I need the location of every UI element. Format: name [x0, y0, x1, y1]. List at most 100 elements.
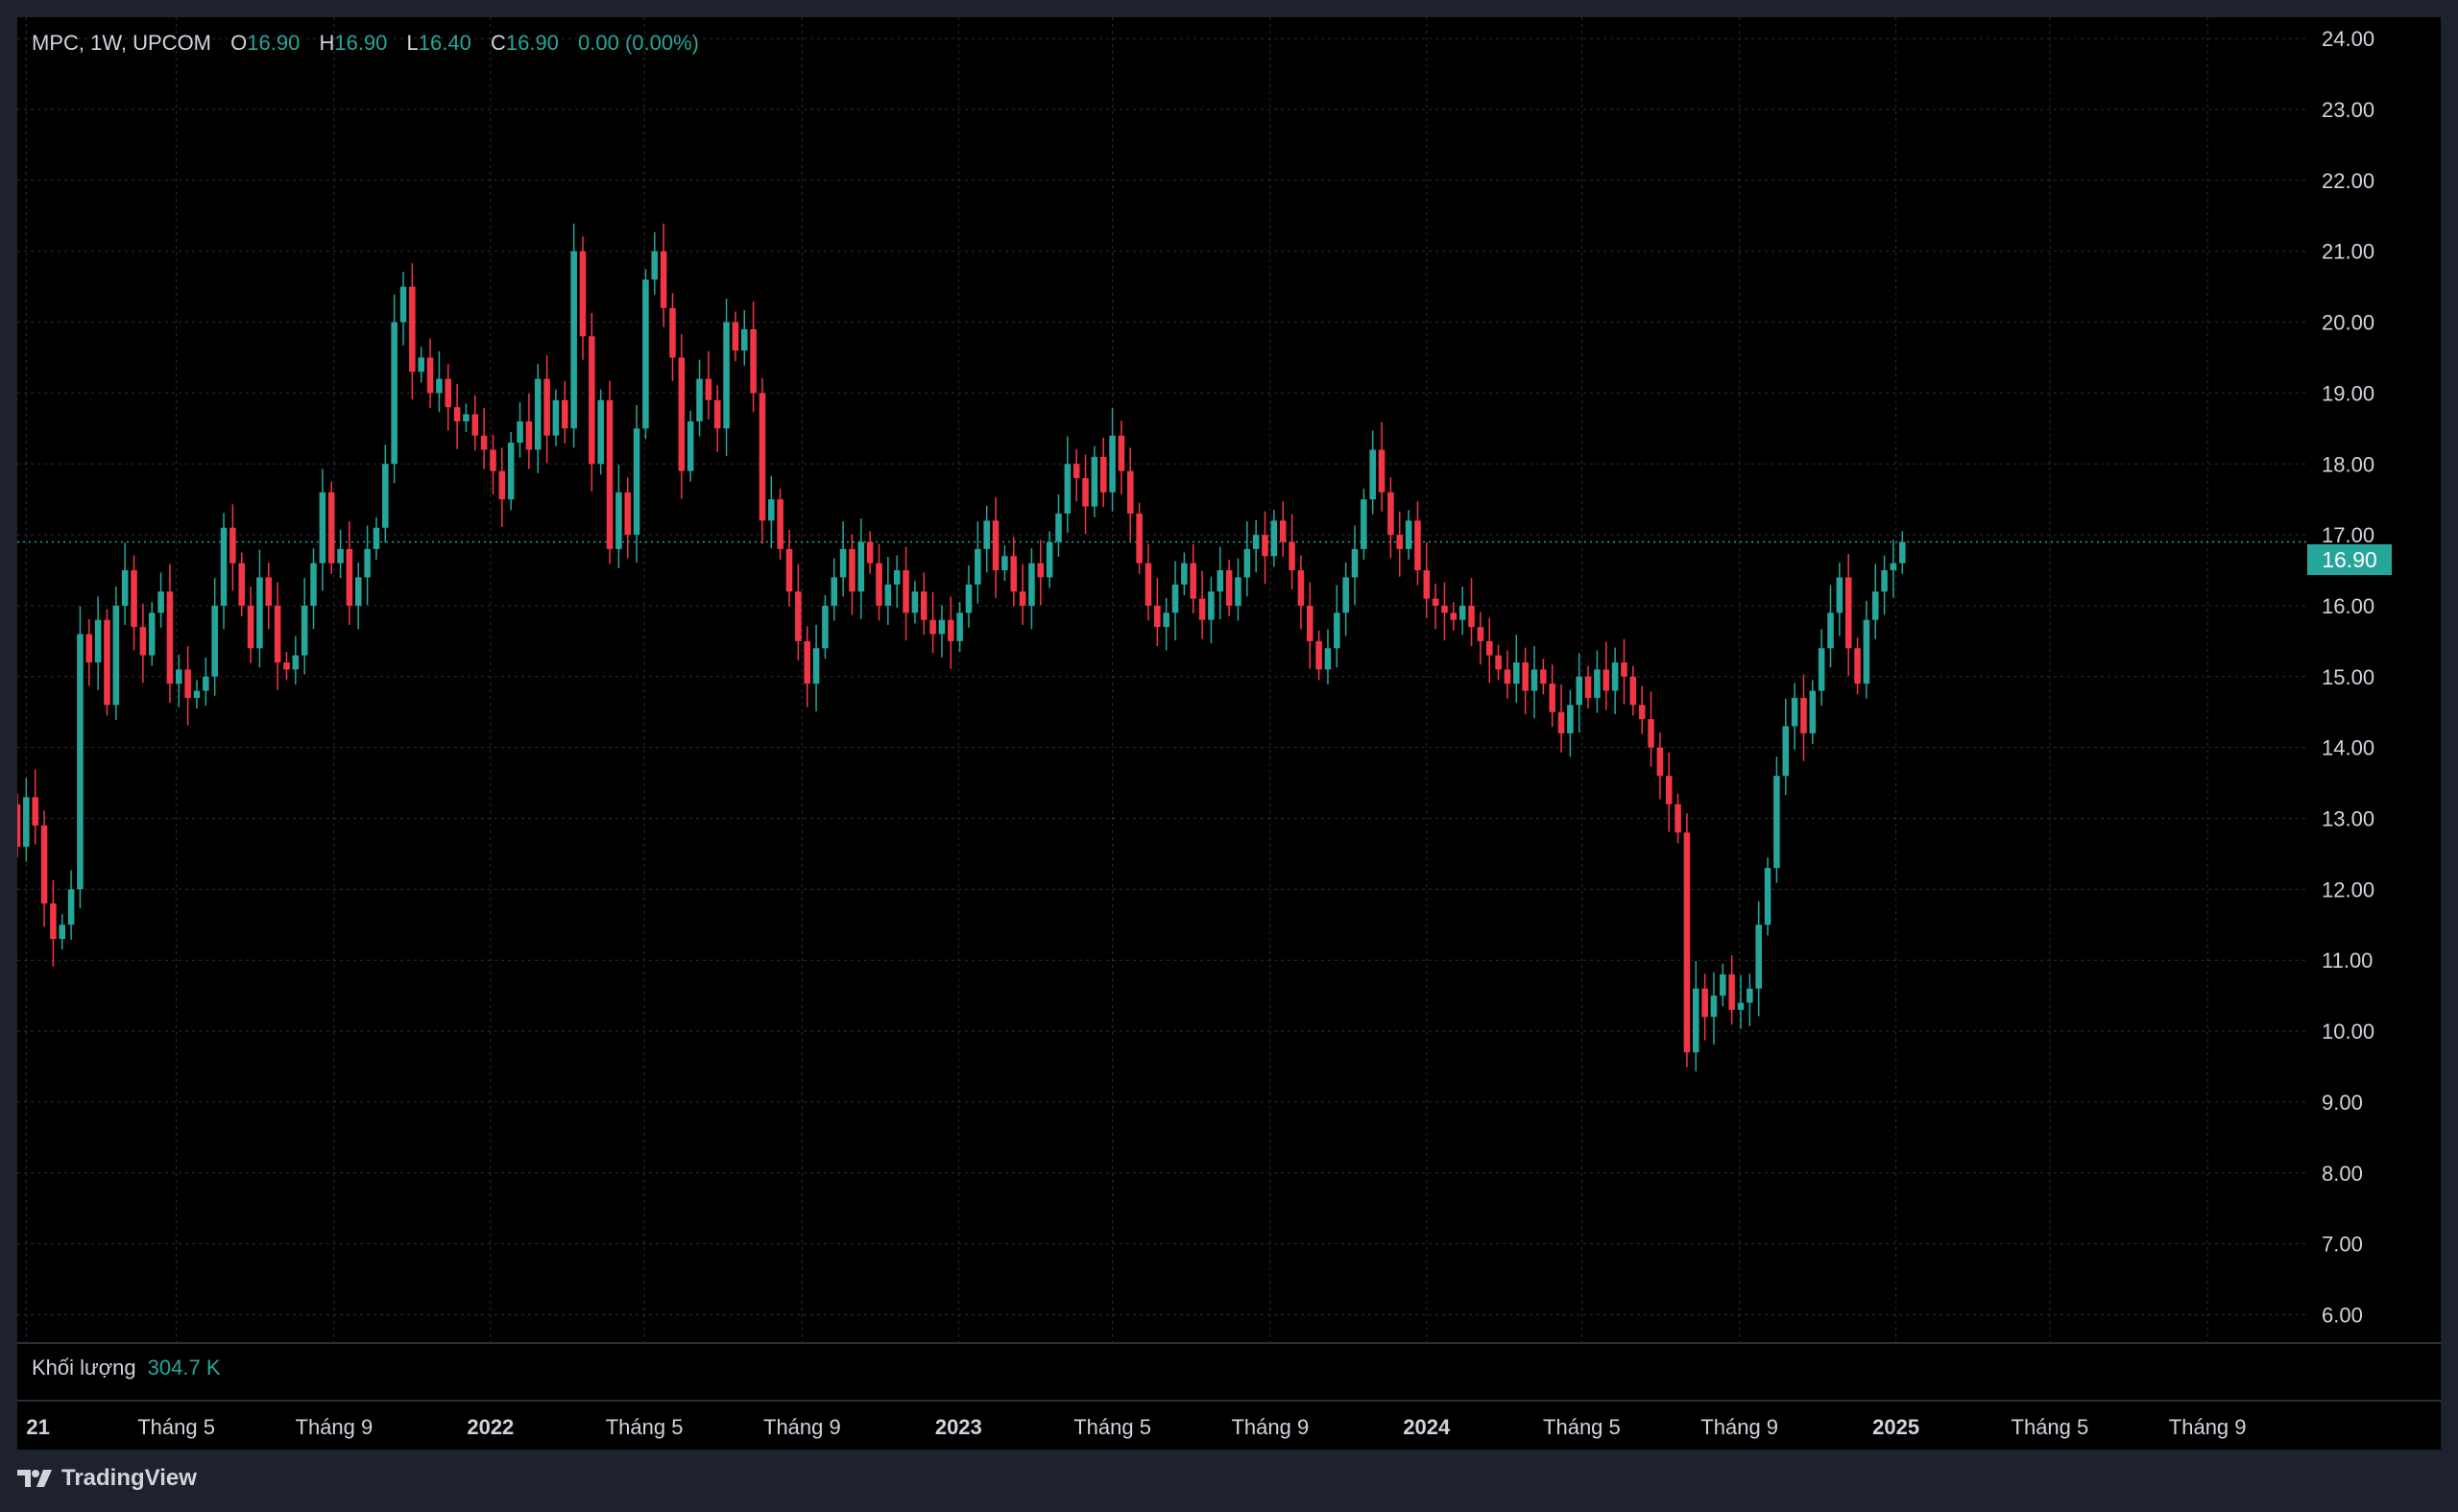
candle	[1270, 510, 1278, 567]
candle	[1235, 558, 1241, 621]
candle	[597, 389, 604, 475]
brand-name: TradingView	[61, 1465, 197, 1491]
candle	[1485, 617, 1493, 684]
candle	[822, 594, 829, 660]
symbol-legend: MPC, 1W, UPCOM O16.90 H16.90 L16.40 C16.…	[32, 31, 699, 56]
candle	[1701, 973, 1708, 1041]
candle	[1217, 546, 1224, 619]
candle	[265, 562, 273, 630]
candle	[1019, 564, 1026, 625]
candle	[624, 477, 632, 559]
time-axis[interactable]: 21 Tháng 5 Tháng 9 2022 Tháng 5 Tháng 9 2023 Th…	[26, 1415, 2246, 1439]
y-tick-label: 14.00	[2322, 736, 2374, 760]
candle	[1441, 582, 1448, 641]
candle	[1863, 600, 1870, 699]
change-value: 0.00 (0.00%)	[578, 31, 700, 55]
candle	[713, 385, 721, 452]
candle	[104, 609, 110, 716]
candle	[1477, 612, 1484, 665]
x-tick-label: 2024	[1403, 1415, 1451, 1439]
candle	[1378, 421, 1386, 512]
volume-legend[interactable]: Khối lượng 304.7 K	[32, 1356, 221, 1380]
candle	[1827, 585, 1834, 668]
y-tick-label: 20.00	[2322, 311, 2374, 335]
candle	[1800, 674, 1807, 761]
candle	[203, 657, 209, 707]
candle	[1747, 973, 1753, 1026]
candle	[857, 518, 865, 619]
candle	[589, 312, 595, 492]
candle	[525, 394, 533, 469]
candle	[606, 380, 614, 564]
candle	[77, 606, 84, 909]
candle	[1818, 629, 1825, 707]
candle	[1809, 680, 1817, 744]
candle	[1252, 519, 1260, 573]
candle	[1513, 635, 1520, 704]
candle	[777, 489, 783, 560]
candle	[1530, 646, 1538, 719]
candle	[1243, 521, 1251, 597]
candle	[1181, 552, 1188, 595]
candle	[669, 293, 676, 381]
x-tick-label: 2023	[935, 1415, 982, 1439]
price-axis[interactable]: 6.00 7.00 8.00 9.00 10.00 11.00 12.00 13.00 14.0…	[2322, 27, 2374, 1327]
candle	[471, 395, 479, 451]
candle	[354, 562, 362, 630]
candle	[1315, 630, 1322, 681]
candle	[346, 521, 353, 625]
candle	[975, 521, 981, 604]
x-tick-label: Tháng 5	[1543, 1415, 1621, 1439]
candle	[121, 542, 129, 625]
candle	[23, 778, 30, 862]
y-tick-label: 8.00	[2322, 1162, 2363, 1186]
symbol-label[interactable]: MPC, 1W, UPCOM	[32, 31, 211, 55]
candle	[534, 364, 542, 473]
candle	[705, 350, 712, 420]
candle	[642, 269, 649, 440]
candle	[1118, 420, 1125, 495]
volume-pane	[17, 1344, 2441, 1400]
candle	[1190, 543, 1196, 614]
y-tick-label: 23.00	[2322, 98, 2374, 122]
candle	[1737, 974, 1745, 1029]
candle	[1844, 554, 1852, 677]
candle	[992, 496, 1000, 598]
candle	[1621, 638, 1627, 705]
volume-label: Khối lượng	[32, 1356, 136, 1380]
candle	[1279, 501, 1287, 558]
candle	[1001, 545, 1008, 582]
candle	[364, 525, 371, 606]
candle	[1198, 570, 1206, 639]
x-tick-label: Tháng 5	[606, 1415, 684, 1439]
candle	[1468, 578, 1475, 647]
candle	[1289, 514, 1295, 589]
candle	[292, 636, 300, 684]
candle	[1522, 647, 1529, 714]
candle	[301, 578, 308, 675]
x-tick-label: Tháng 9	[2169, 1415, 2247, 1439]
candle	[1458, 587, 1466, 636]
footer: TradingView	[0, 1450, 2458, 1512]
candle	[1495, 644, 1502, 681]
brand[interactable]: TradingView	[17, 1465, 197, 1492]
candle	[131, 555, 137, 651]
candle	[50, 879, 57, 967]
candle	[1432, 584, 1439, 630]
candle	[310, 548, 317, 630]
candle	[1871, 564, 1879, 639]
price-chart[interactable]: 6.00 7.00 8.00 9.00 10.00 11.00 12.00 13.00 14.0…	[17, 17, 2441, 1450]
y-tick-label: 10.00	[2322, 1020, 2374, 1044]
candle	[238, 552, 245, 617]
chart-frame: 6.00 7.00 8.00 9.00 10.00 11.00 12.00 13.00 14.0…	[17, 17, 2441, 1450]
candle	[795, 564, 802, 660]
candle	[85, 618, 93, 686]
y-tick-label: 9.00	[2322, 1091, 2363, 1115]
candle	[1629, 665, 1637, 716]
grid	[17, 17, 2306, 1343]
y-tick-label: 7.00	[2322, 1233, 2363, 1257]
candle	[633, 404, 640, 563]
candle	[965, 564, 973, 628]
candle	[436, 350, 443, 413]
y-tick-label: 22.00	[2322, 169, 2374, 193]
